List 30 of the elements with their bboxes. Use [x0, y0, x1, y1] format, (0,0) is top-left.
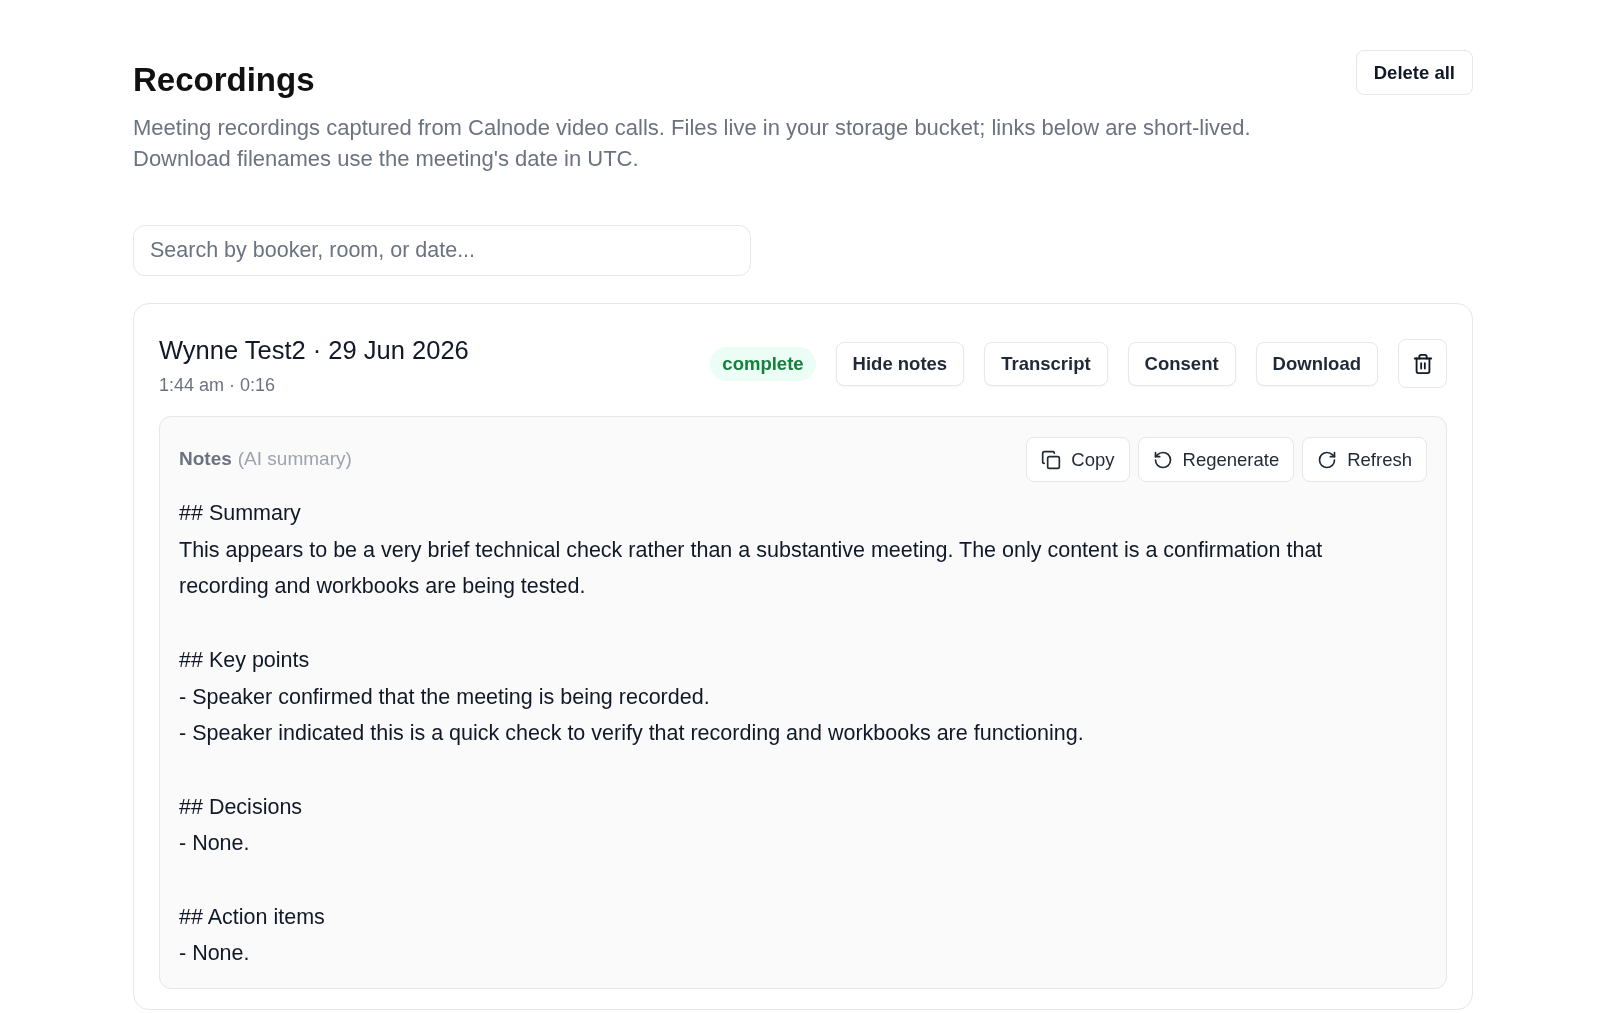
rotate-right-icon	[1317, 449, 1338, 470]
recording-meta: 1:44 am · 0:16	[159, 374, 277, 397]
status-badge: complete	[710, 346, 816, 381]
notes-text: - None.	[179, 830, 251, 858]
regenerate-button[interactable]: Regenerate	[1137, 437, 1295, 482]
page-title: Recordings	[133, 60, 316, 100]
search-field[interactable]: Search by booker, room, or date...	[133, 225, 751, 276]
notes-heading: ## Decisions	[179, 793, 304, 821]
notes-sublabel: (AI summary)	[237, 447, 352, 472]
notes-heading: ## Action items	[179, 903, 326, 931]
notes-text: - Speaker indicated this is a quick check to verify that recording and workbooks are functioning.	[179, 720, 1085, 748]
action-button[interactable]: Download	[1255, 341, 1378, 386]
copy-icon	[1041, 449, 1062, 470]
notes-heading: ## Key points	[179, 646, 311, 674]
notes-text: - None.	[179, 940, 251, 968]
notes-text: - Speaker confirmed that the meeting is being recorded.	[179, 683, 711, 711]
notes-label: Notes	[179, 447, 232, 472]
delete-all-button[interactable]: Delete all	[1355, 50, 1473, 95]
notes-text: This appears to be a very brief technical check rather than a substantive meeting. The only content is a confirmation that recording and workbooks are being tested.	[179, 536, 1324, 601]
action-button[interactable]: Transcript	[984, 341, 1108, 386]
rotate-left-icon	[1152, 449, 1173, 470]
refresh-button[interactable]: Refresh	[1302, 437, 1427, 482]
recording-title: Wynne Test2 · 29 Jun 2026	[159, 335, 469, 366]
page-description: Meeting recordings captured from Calnode video calls. Files live in your storage bucket; links below are short-lived. Download filenames use the meeting's date in UTC.	[133, 114, 1251, 173]
delete-button[interactable]	[1398, 339, 1447, 388]
copy-button[interactable]: Copy	[1026, 437, 1130, 482]
trash-icon	[1411, 352, 1434, 375]
action-button[interactable]: Consent	[1127, 341, 1236, 386]
notes-heading: ## Summary	[179, 500, 302, 527]
action-button[interactable]: Hide notes	[835, 341, 965, 386]
